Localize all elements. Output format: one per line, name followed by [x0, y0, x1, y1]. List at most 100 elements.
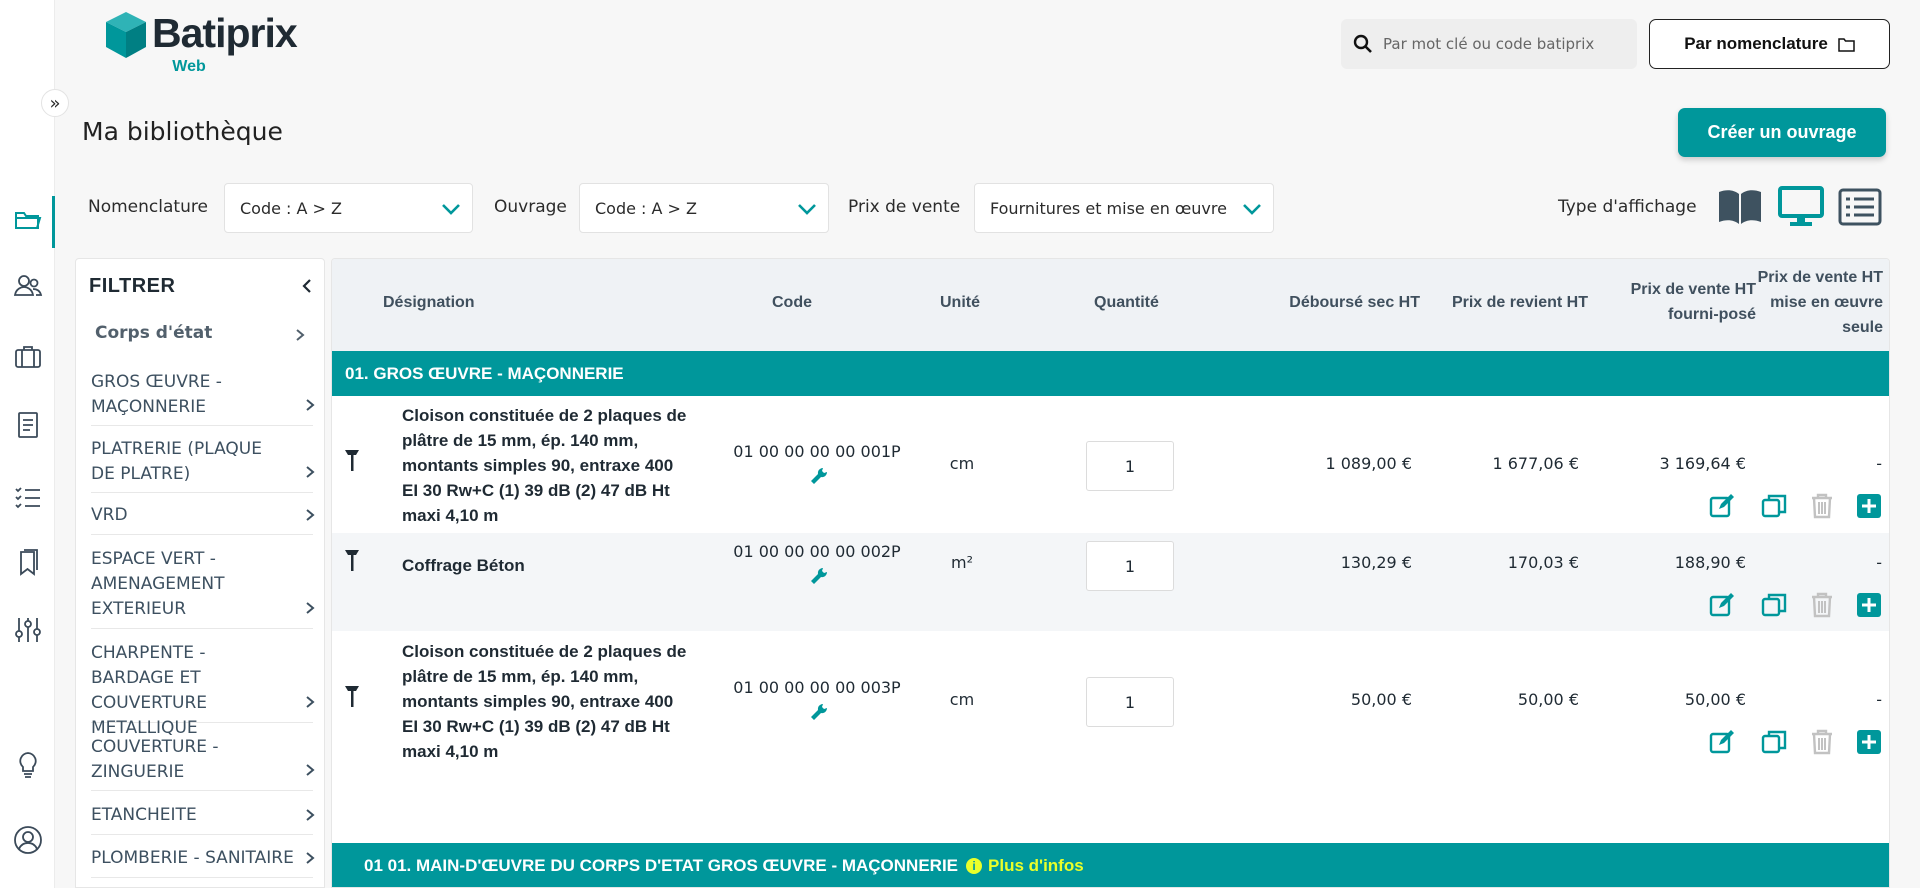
nomenclature-button[interactable]: Par nomenclature — [1649, 19, 1890, 69]
folder-icon — [1838, 37, 1855, 52]
wrench-icon[interactable] — [809, 702, 829, 722]
prix-vente-label: Prix de vente — [848, 197, 961, 217]
vente-fp-cell: 188,90 € — [1674, 553, 1746, 572]
designation-line: plâtre de 15 mm, ép. 140 mm, — [402, 431, 639, 450]
trash-icon[interactable] — [1808, 728, 1836, 756]
checklist-icon[interactable] — [12, 481, 44, 513]
edit-icon[interactable] — [1709, 492, 1737, 520]
search-input[interactable] — [1383, 35, 1623, 53]
unite-cell: cm — [949, 454, 975, 473]
filter-item-platrerie[interactable]: PLATRERIE (PLAQUE DE PLATRE) — [91, 433, 315, 493]
nomenclature-label: Nomenclature — [88, 197, 208, 217]
group-row-gros-oeuvre[interactable]: 01. GROS ŒUVRE - MAÇONNERIE — [332, 351, 1889, 396]
chevron-right-icon — [306, 852, 315, 864]
user-account-icon[interactable] — [12, 824, 44, 856]
revient-cell: 170,03 € — [1507, 553, 1579, 572]
vente-mo-cell: - — [1876, 553, 1882, 572]
designation-line: Coffrage Béton — [402, 556, 525, 575]
ouvrage-select-value: Code : A > Z — [595, 198, 698, 218]
desktop-view-icon[interactable] — [1778, 186, 1824, 228]
collapse-filter-icon[interactable] — [298, 277, 316, 295]
add-icon[interactable] — [1855, 728, 1883, 756]
filter-item-charpente[interactable]: CHARPENTE - BARDAGE ET COUVERTURE METALL… — [91, 637, 315, 738]
filter-item-vrd[interactable]: VRD — [91, 499, 315, 535]
lightbulb-icon[interactable] — [12, 749, 44, 781]
filter-item-etancheite[interactable]: ETANCHEITE — [91, 799, 315, 835]
col-unite[interactable]: Unité — [940, 290, 980, 315]
add-icon[interactable] — [1855, 492, 1883, 520]
designation-line: maxi 4,10 m — [402, 742, 499, 761]
filter-item-label: COUVERTURE - ZINGUERIE — [91, 737, 219, 782]
list-view-icon[interactable] — [1837, 186, 1883, 228]
filter-item-label: VRD — [91, 505, 128, 525]
plus-infos-link[interactable]: Plus d'infos — [988, 856, 1084, 876]
quantity-input[interactable] — [1086, 441, 1174, 491]
nomenclature-select[interactable]: Code : A > Z — [224, 183, 473, 233]
designation-cell: Cloison constituée de 2 plaques de plâtr… — [402, 403, 712, 528]
logo-name: Batiprix — [152, 10, 298, 56]
col-code[interactable]: Code — [772, 290, 812, 315]
wrench-icon[interactable] — [809, 566, 829, 586]
trash-icon[interactable] — [1808, 492, 1836, 520]
wrench-icon[interactable] — [809, 466, 829, 486]
bookmarks-icon[interactable] — [12, 546, 44, 578]
sliders-icon[interactable] — [12, 614, 44, 646]
chevron-right-icon — [306, 764, 315, 776]
filter-corps-etat-header[interactable]: Corps d'état — [95, 323, 307, 343]
designation-cell: Cloison constituée de 2 plaques de plâtr… — [402, 639, 712, 764]
group-row-main-oeuvre[interactable]: 01 01. MAIN-D'ŒUVRE DU CORPS D'ETAT GROS… — [332, 843, 1889, 887]
quantity-input[interactable] — [1086, 541, 1174, 591]
edit-icon[interactable] — [1709, 728, 1737, 756]
document-icon[interactable] — [12, 409, 44, 441]
filter-item-couverture[interactable]: COUVERTURE - ZINGUERIE — [91, 731, 315, 791]
search-icon — [1353, 34, 1372, 53]
filter-item-label: ESPACE VERT - AMENAGEMENT EXTERIEUR — [91, 549, 225, 619]
filter-item-plomberie[interactable]: PLOMBERIE - SANITAIRE — [91, 842, 315, 878]
filter-item-label: CHARPENTE - BARDAGE ET COUVERTURE METALL… — [91, 643, 208, 738]
nomenclature-button-label: Par nomenclature — [1684, 34, 1828, 53]
create-ouvrage-button[interactable]: Créer un ouvrage — [1678, 108, 1886, 157]
info-icon: i — [966, 858, 983, 874]
view-type-label: Type d'affichage — [1558, 197, 1697, 217]
expand-rail-icon[interactable]: » — [41, 89, 69, 117]
table-row[interactable]: Cloison constituée de 2 plaques de plâtr… — [332, 631, 1889, 767]
filter-item-label: PLATRERIE (PLAQUE DE PLATRE) — [91, 439, 262, 484]
vente-mo-cell: - — [1876, 690, 1882, 709]
col-quantite[interactable]: Quantité — [1094, 290, 1159, 315]
col-vente-mo[interactable]: Prix de vente HT mise en œuvre seule — [1707, 265, 1883, 340]
add-icon[interactable] — [1855, 591, 1883, 619]
table-row[interactable]: Cloison constituée de 2 plaques de plâtr… — [332, 396, 1889, 533]
revient-cell: 50,00 € — [1517, 690, 1579, 709]
users-icon[interactable] — [12, 270, 44, 302]
debourse-cell: 50,00 € — [1350, 690, 1412, 709]
quantity-input[interactable] — [1086, 677, 1174, 727]
folder-open-icon[interactable] — [12, 203, 44, 235]
rail-active-indicator — [52, 196, 55, 248]
trash-icon[interactable] — [1808, 591, 1836, 619]
duplicate-icon[interactable] — [1760, 492, 1788, 520]
prix-vente-select-value: Fournitures et mise en œuvre — [990, 198, 1227, 218]
book-view-icon[interactable] — [1717, 186, 1763, 228]
revient-cell: 1 677,06 € — [1492, 454, 1579, 473]
chevron-right-icon — [306, 809, 315, 821]
ouvrage-select[interactable]: Code : A > Z — [579, 183, 829, 233]
col-debourse[interactable]: Déboursé sec HT — [1240, 290, 1420, 315]
trowel-icon — [345, 550, 359, 571]
vente-fp-cell: 50,00 € — [1684, 690, 1746, 709]
edit-icon[interactable] — [1709, 591, 1737, 619]
chevron-right-icon — [306, 509, 315, 521]
briefcase-icon[interactable] — [12, 341, 44, 373]
table-row[interactable]: Coffrage Béton 01 00 00 00 00 002P m² 13… — [332, 533, 1889, 631]
designation-line: Cloison constituée de 2 plaques de — [402, 406, 687, 425]
duplicate-icon[interactable] — [1760, 728, 1788, 756]
col-designation[interactable]: Désignation — [383, 290, 475, 315]
duplicate-icon[interactable] — [1760, 591, 1788, 619]
ouvrages-table: Désignation Code Unité Quantité Déboursé… — [331, 258, 1890, 888]
filter-item-espace-vert[interactable]: ESPACE VERT - AMENAGEMENT EXTERIEUR — [91, 543, 315, 629]
prix-vente-select[interactable]: Fournitures et mise en œuvre — [974, 183, 1274, 233]
filter-item-label: ETANCHEITE — [91, 805, 197, 825]
designation-line: EI 30 Rw+C (1) 39 dB (2) 47 dB Ht — [402, 717, 670, 736]
ouvrage-label: Ouvrage — [494, 197, 567, 217]
cube-logo-icon — [106, 12, 146, 58]
filter-item-gros-oeuvre[interactable]: GROS ŒUVRE - MAÇONNERIE — [91, 366, 315, 426]
